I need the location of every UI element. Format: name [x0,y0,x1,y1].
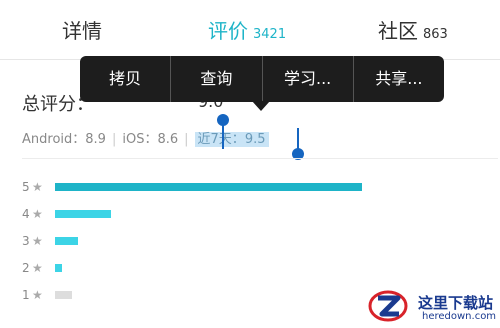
separator: | [184,132,189,147]
separator: | [111,132,117,147]
tab-community-label: 社区 [378,19,418,43]
star-icon: ★ [32,207,43,221]
star-icon: ★ [32,180,43,194]
menu-lookup[interactable]: 查询 [171,56,263,102]
rating-row: 3 ★ [22,234,402,248]
menu-learn[interactable]: 学习... [263,56,354,102]
platform-scores: Android：8.9 | iOS：8.6 | 近7天：9.5 [22,130,269,150]
ios-label: iOS： [122,132,158,147]
tab-reviews-label: 评价 [208,19,248,43]
context-menu-arrow [252,101,270,111]
tab-details[interactable]: 详情 [62,16,102,46]
heredown-logo-icon [368,290,408,322]
rating-bar [55,291,72,299]
rating-row: 4 ★ [22,207,402,221]
tab-details-label: 详情 [62,19,102,43]
menu-copy[interactable]: 拷贝 [80,56,172,102]
rating-bar [55,264,62,272]
menu-share[interactable]: 共享... [354,56,444,102]
rating-row-stars: 3 [22,234,30,248]
recent-score: 9.5 [244,132,266,147]
rating-row-stars: 4 [22,207,30,221]
watermark-url: heredown.com [422,311,497,322]
rating-bar [55,183,362,191]
star-icon: ★ [32,234,43,248]
ios-score: 8.6 [157,132,179,147]
tab-community-count: 863 [423,27,448,42]
star-icon: ★ [32,288,43,302]
selection-start-handle-line [222,122,224,149]
tab-bar: 详情 评价 3421 社区 863 [0,0,500,60]
star-icon: ★ [32,261,43,275]
rating-row-stars: 2 [22,261,30,275]
android-label: Android： [22,132,86,147]
rating-bar [55,237,78,245]
rating-row: 5 ★ [22,180,402,194]
rating-row-stars: 5 [22,180,30,194]
watermark-title: 这里下载站 [418,294,494,312]
context-menu: 拷贝 查询 学习... 共享... [80,56,444,102]
rating-bar [55,210,111,218]
tab-community[interactable]: 社区 863 [378,16,448,46]
rating-row: 1 ★ [22,288,402,302]
tab-reviews-count: 3421 [253,27,287,42]
rating-row: 2 ★ [22,261,402,275]
rating-row-stars: 1 [22,288,30,302]
selection-start-handle[interactable] [217,114,229,126]
tab-reviews[interactable]: 评价 3421 [208,16,286,46]
divider [22,158,498,159]
android-score: 8.9 [85,132,106,147]
selected-text[interactable]: 近7天：9.5 [194,132,269,147]
